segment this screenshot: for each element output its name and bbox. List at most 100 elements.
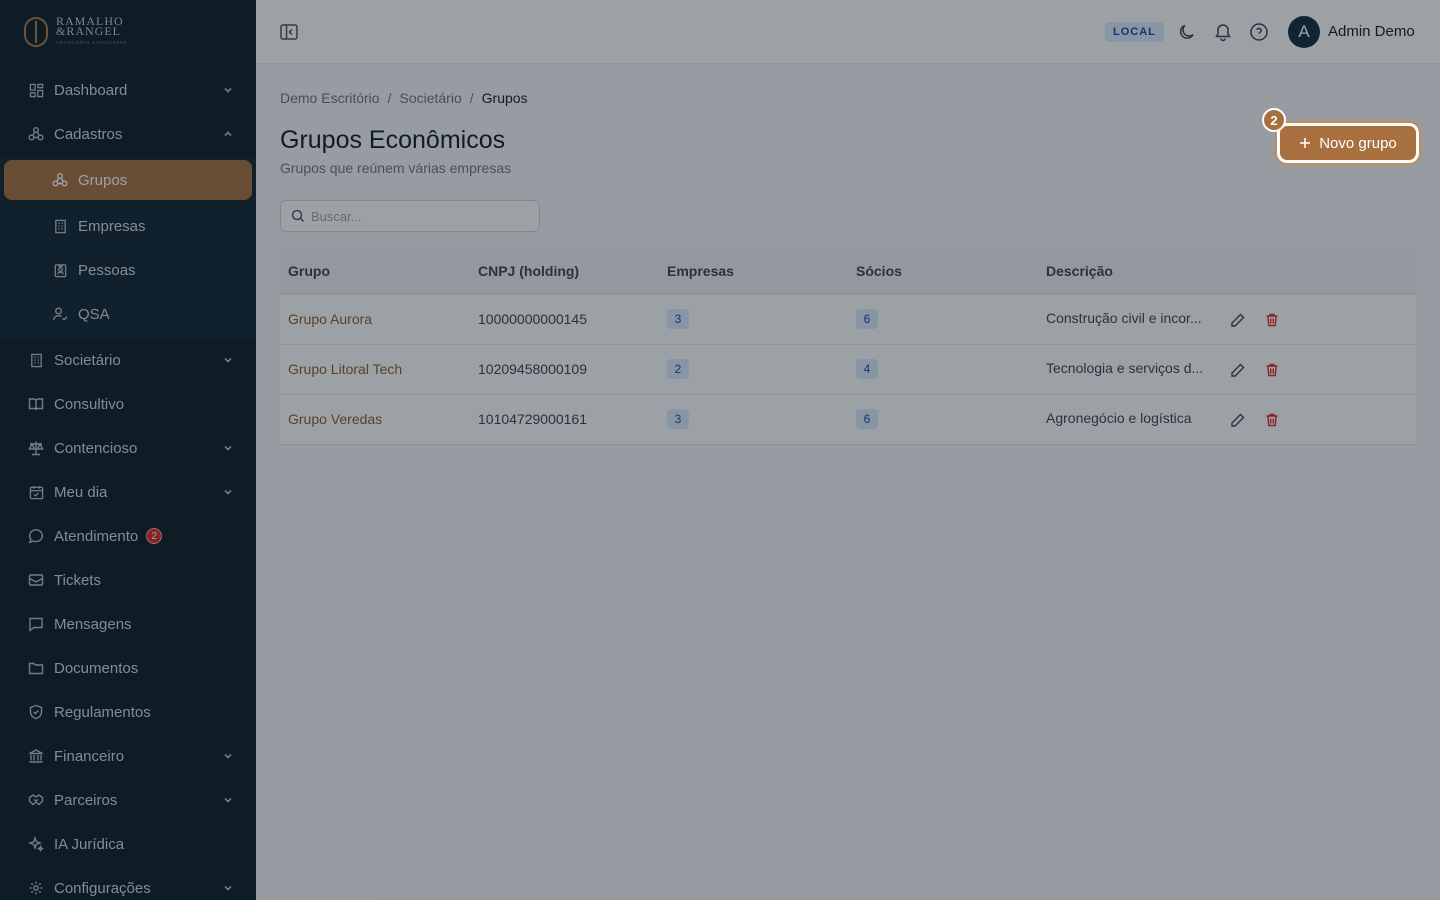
sidebar-item-label: Cadastros bbox=[54, 125, 123, 143]
main-content: Demo Escritório / Societário / Grupos Gr… bbox=[256, 64, 1440, 900]
message-icon bbox=[28, 616, 44, 632]
sidebar-item-label: Dashboard bbox=[54, 81, 128, 99]
scale-icon bbox=[28, 440, 44, 456]
table-row[interactable]: Grupo Litoral Tech 10209458000109 2 4 Te… bbox=[280, 344, 1416, 395]
search-input[interactable] bbox=[311, 208, 531, 224]
cnpj-cell: 10209458000109 bbox=[470, 344, 659, 395]
companies-count-badge: 3 bbox=[667, 309, 689, 329]
avatar[interactable]: A bbox=[1288, 16, 1320, 48]
id-badge-icon bbox=[52, 262, 68, 278]
chevron-down-icon bbox=[224, 797, 232, 803]
table-header-row: Grupo CNPJ (holding) Empresas Sócios Des… bbox=[280, 248, 1416, 295]
chevron-up-icon bbox=[224, 131, 232, 137]
sidebar-item-parceiros[interactable]: Parceiros bbox=[0, 778, 256, 822]
edit-pencil-icon[interactable] bbox=[1230, 362, 1246, 378]
page-subtitle: Grupos que reúnem várias empresas bbox=[280, 160, 512, 176]
sidebar-item-configuracoes[interactable]: Configurações bbox=[0, 866, 256, 900]
page-title: Grupos Econômicos bbox=[280, 126, 506, 154]
sidebar-item-label: Configurações bbox=[54, 879, 151, 897]
partners-count-badge: 6 bbox=[856, 309, 878, 329]
column-header[interactable]: Grupo bbox=[280, 248, 470, 295]
bell-icon[interactable] bbox=[1213, 22, 1233, 42]
description-cell: Agronegócio e logística bbox=[1046, 410, 1192, 427]
environment-badge: LOCAL bbox=[1105, 22, 1164, 42]
sidebar-item-consultivo[interactable]: Consultivo bbox=[0, 382, 256, 426]
partners-count-badge: 4 bbox=[856, 359, 878, 379]
bank-icon bbox=[28, 748, 44, 764]
sidebar-item-atendimento[interactable]: Atendimento 2 bbox=[0, 514, 256, 558]
sidebar-toggle-icon[interactable] bbox=[280, 24, 298, 40]
partners-count-badge: 6 bbox=[856, 409, 878, 429]
group-name[interactable]: Grupo Veredas bbox=[280, 394, 470, 445]
sidebar-item-label: QSA bbox=[78, 305, 110, 323]
column-header[interactable]: Sócios bbox=[848, 248, 1038, 295]
sidebar-item-label: Meu dia bbox=[54, 483, 108, 501]
network-icon bbox=[52, 172, 68, 188]
sidebar-item-dashboard[interactable]: Dashboard bbox=[0, 68, 256, 112]
chat-bubble-icon bbox=[28, 528, 44, 544]
sidebar-item-label: Pessoas bbox=[78, 261, 136, 279]
user-check-icon bbox=[52, 306, 68, 322]
cnpj-cell: 10000000000145 bbox=[470, 294, 659, 345]
breadcrumb: Demo Escritório / Societário / Grupos bbox=[280, 90, 528, 106]
notification-count-badge: 2 bbox=[146, 528, 163, 544]
breadcrumb-item[interactable]: Societário bbox=[399, 90, 461, 106]
column-header[interactable]: Empresas bbox=[659, 248, 848, 295]
sidebar-item-tickets[interactable]: Tickets bbox=[0, 558, 256, 602]
breadcrumb-item[interactable]: Demo Escritório bbox=[280, 90, 380, 106]
sidebar-item-meu-dia[interactable]: Meu dia bbox=[0, 470, 256, 514]
sidebar-item-label: Documentos bbox=[54, 659, 139, 677]
sidebar-item-mensagens[interactable]: Mensagens bbox=[0, 602, 256, 646]
companies-count-badge: 2 bbox=[667, 359, 689, 379]
brand-logo[interactable]: RAMALHO &RANGEL ADVOGADOS ASSOCIADOS bbox=[0, 0, 256, 64]
shield-icon bbox=[28, 704, 44, 720]
sidebar-item-label: Financeiro bbox=[54, 747, 125, 765]
group-name[interactable]: Grupo Litoral Tech bbox=[280, 344, 470, 395]
ticket-icon bbox=[28, 572, 44, 588]
trash-icon[interactable] bbox=[1264, 412, 1280, 428]
sidebar-item-regulamentos[interactable]: Regulamentos bbox=[0, 690, 256, 734]
dashboard-icon bbox=[28, 82, 44, 98]
breadcrumb-current: Grupos bbox=[481, 90, 528, 106]
table-row[interactable]: Grupo Veredas 10104729000161 3 6 Agroneg… bbox=[280, 394, 1416, 445]
top-bar: LOCAL A Admin Demo bbox=[256, 0, 1440, 64]
table-row[interactable]: Grupo Aurora 10000000000145 3 6 Construç… bbox=[280, 294, 1416, 345]
user-name[interactable]: Admin Demo bbox=[1328, 23, 1415, 40]
column-header[interactable]: Descrição bbox=[1038, 248, 1416, 295]
sidebar-item-documentos[interactable]: Documentos bbox=[0, 646, 256, 690]
sidebar-item-label: Tickets bbox=[54, 571, 101, 589]
sidebar-item-label: Empresas bbox=[78, 217, 146, 235]
edit-pencil-icon[interactable] bbox=[1230, 312, 1246, 328]
chevron-down-icon bbox=[224, 753, 232, 759]
trash-icon[interactable] bbox=[1264, 312, 1280, 328]
group-name[interactable]: Grupo Aurora bbox=[280, 294, 470, 345]
sidebar-item-label: Grupos bbox=[78, 171, 128, 189]
sidebar-item-contencioso[interactable]: Contencioso bbox=[0, 426, 256, 470]
sidebar-subgroup-cadastros: Grupos Empresas Pessoas QSA bbox=[0, 156, 256, 338]
sidebar-item-pessoas[interactable]: Pessoas bbox=[0, 248, 256, 292]
trash-icon[interactable] bbox=[1264, 362, 1280, 378]
sidebar-item-empresas[interactable]: Empresas bbox=[0, 204, 256, 248]
handshake-icon bbox=[28, 792, 44, 808]
sidebar-item-label: Parceiros bbox=[54, 791, 118, 809]
brand-line-2: &RANGEL bbox=[56, 24, 121, 38]
sidebar-item-cadastros[interactable]: Cadastros bbox=[0, 112, 256, 156]
building-icon bbox=[52, 218, 68, 234]
description-cell: Tecnologia e serviços d... bbox=[1046, 360, 1204, 377]
sidebar-item-grupos[interactable]: Grupos bbox=[4, 160, 252, 200]
new-group-button[interactable]: Novo grupo bbox=[1280, 126, 1416, 160]
sidebar-item-societario[interactable]: Societário bbox=[0, 338, 256, 382]
edit-pencil-icon[interactable] bbox=[1230, 412, 1246, 428]
chevron-down-icon bbox=[224, 357, 232, 363]
groups-table: Grupo CNPJ (holding) Empresas Sócios Des… bbox=[280, 248, 1416, 445]
sidebar-item-financeiro[interactable]: Financeiro bbox=[0, 734, 256, 778]
folder-icon bbox=[28, 660, 44, 676]
sidebar-item-label: Regulamentos bbox=[54, 703, 151, 721]
help-circle-icon[interactable] bbox=[1249, 22, 1269, 42]
sidebar-nav: Dashboard Cadastros Grupos Empresas Pess… bbox=[0, 64, 256, 900]
column-header[interactable]: CNPJ (holding) bbox=[470, 248, 659, 295]
moon-icon[interactable] bbox=[1177, 22, 1197, 42]
sidebar-item-ia-juridica[interactable]: IA Jurídica bbox=[0, 822, 256, 866]
sidebar-item-qsa[interactable]: QSA bbox=[0, 292, 256, 336]
companies-count-badge: 3 bbox=[667, 409, 689, 429]
